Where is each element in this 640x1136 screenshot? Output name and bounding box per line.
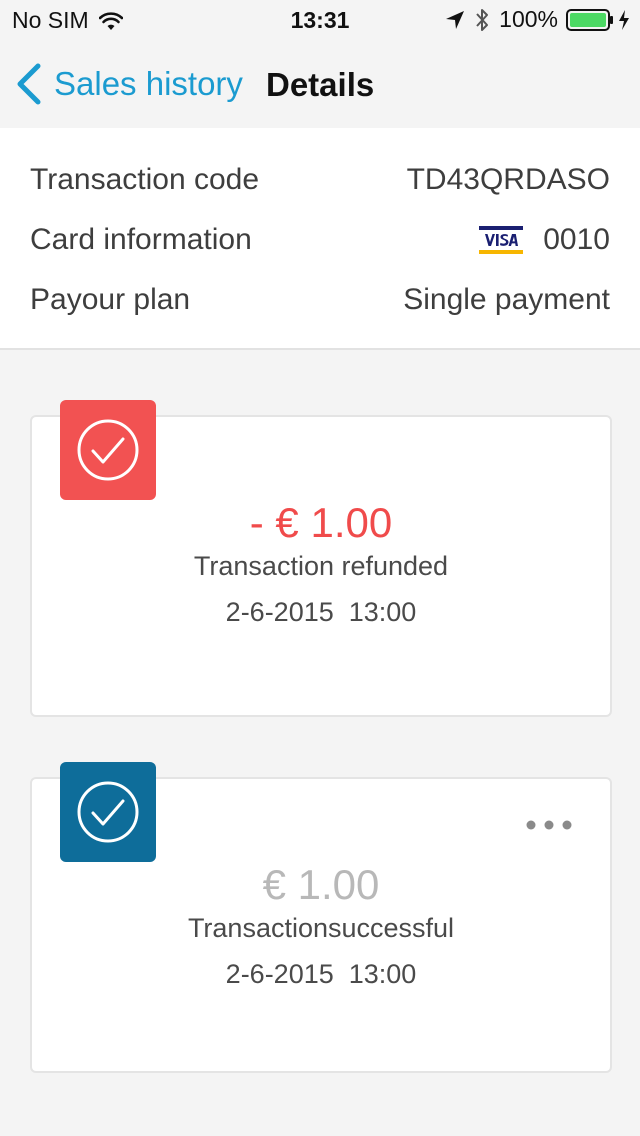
payout-plan-label: Payour plan	[30, 283, 191, 316]
payout-plan-value: Single payment	[403, 283, 610, 316]
page-title: Details	[266, 66, 375, 103]
transaction-status: Transactionsuccessful	[187, 913, 455, 943]
payout-plan-row: Payour plan Single payment	[30, 280, 610, 320]
chevron-left-icon	[17, 63, 41, 105]
transaction-amount: € 1.00	[262, 861, 380, 908]
card-last-digits: 0010	[543, 223, 610, 256]
charging-icon	[619, 9, 629, 30]
transaction-status: Transaction refunded	[193, 551, 449, 581]
check-circle-icon	[77, 419, 139, 481]
card-information-label: Card information	[30, 223, 252, 256]
back-label: Sales history	[54, 65, 243, 102]
transaction-amount: - € 1.00	[249, 499, 393, 546]
back-button[interactable]: Sales history	[14, 62, 243, 106]
transaction-code-row: Transaction code TD43QRDASO	[30, 160, 610, 200]
card-information-row: Card information 0010	[30, 220, 610, 260]
transaction-code-label: Transaction code	[30, 163, 260, 196]
status-bar: No SIM 13:31 100%	[0, 0, 640, 40]
navigation-bar: Sales history Details	[0, 40, 640, 128]
card-information-value: 0010	[479, 223, 610, 257]
more-options-icon[interactable]	[524, 817, 574, 833]
transaction-date: 2-6-2015 13:00	[225, 959, 417, 989]
check-circle-icon	[77, 781, 139, 843]
transaction-details-panel: Transaction code TD43QRDASO Card informa…	[0, 128, 640, 350]
success-status-badge	[60, 762, 156, 862]
location-arrow-icon	[446, 10, 465, 29]
bluetooth-icon	[476, 8, 489, 31]
visa-icon	[479, 226, 524, 254]
battery-percent: 100%	[499, 6, 558, 32]
status-right: 100%	[445, 6, 630, 33]
refund-status-badge	[60, 400, 156, 500]
transaction-date: 2-6-2015 13:00	[225, 597, 417, 627]
transaction-code-value: TD43QRDASO	[406, 163, 610, 196]
battery-icon	[566, 8, 613, 31]
